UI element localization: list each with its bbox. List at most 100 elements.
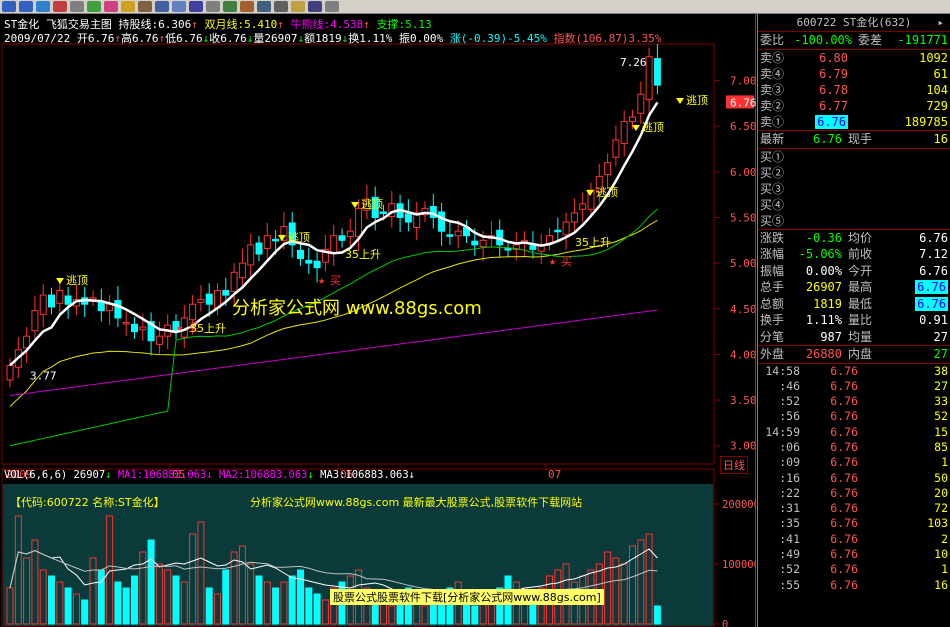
doc-icon[interactable] xyxy=(206,1,220,12)
print-icon[interactable] xyxy=(274,1,288,12)
arrange-icon[interactable] xyxy=(240,1,254,12)
back-icon[interactable] xyxy=(2,1,16,12)
buy-row[interactable]: 买⑤ xyxy=(758,213,950,229)
sell-row[interactable]: 卖② 6.77 729 xyxy=(758,98,950,114)
escape-signal-label: 逃顶 xyxy=(642,121,664,134)
tick-time: :46 xyxy=(779,378,800,393)
stat-label-2: 今开 xyxy=(848,263,873,278)
chart-icon[interactable] xyxy=(87,1,101,12)
tick-price: 6.76 xyxy=(830,485,858,500)
stat-label: 涨幅 xyxy=(760,247,785,261)
candle-body xyxy=(446,234,454,237)
tick-price: 6.76 xyxy=(830,516,858,531)
table-icon[interactable] xyxy=(223,1,237,12)
tick-volume: 16 xyxy=(934,577,948,592)
tick-price: 6.76 xyxy=(830,562,858,577)
tick-price: 6.76 xyxy=(830,501,858,516)
list-icon[interactable] xyxy=(155,1,169,12)
stat-value: 1.11% xyxy=(805,313,842,327)
low-price-label: 3.77 xyxy=(30,369,57,382)
outer-label: 外盘 xyxy=(760,347,785,361)
outer-inner-row: 外盘 26880 内盘 27 xyxy=(758,346,950,363)
sell-row[interactable]: 卖③ 6.78 104 xyxy=(758,82,950,98)
info-icon[interactable] xyxy=(189,1,203,12)
candle-body xyxy=(31,310,39,332)
weibi-value: -100.00% xyxy=(794,33,852,47)
grid-icon[interactable] xyxy=(36,1,50,12)
candle-body xyxy=(637,93,645,114)
vol-label: VOL(6,6,6) xyxy=(4,469,68,481)
sell-label: 卖① xyxy=(760,115,785,129)
search-icon[interactable] xyxy=(257,1,271,12)
weibi-row: 委比 -100.00% 委差 -191771 xyxy=(758,32,950,49)
stat-label-2: 最高 xyxy=(848,280,873,294)
period-button[interactable]: 日线 xyxy=(720,456,748,474)
inner-value: 27 xyxy=(933,347,948,361)
quote-panel: 600722 ST金化(632) ▸ 委比 -100.00% 委差 -19177… xyxy=(757,14,950,627)
candle-body xyxy=(338,235,346,241)
stat-row: 涨跌 -0.36 均价 6.76 xyxy=(758,230,950,247)
buy-row[interactable]: 买③ xyxy=(758,181,950,197)
candle-body xyxy=(89,297,97,300)
sell-volume: 189785 xyxy=(904,115,948,129)
tools-icon[interactable] xyxy=(70,1,84,12)
f10-icon[interactable] xyxy=(291,1,305,12)
forward-icon[interactable] xyxy=(19,1,33,12)
draw-icon[interactable] xyxy=(138,1,152,12)
alert-icon[interactable] xyxy=(121,1,135,12)
vol-header: VOL(6,6,6) 26907↓ MA1:106883.063↓ MA2:10… xyxy=(4,469,415,481)
volume-bar xyxy=(222,569,230,625)
sell-row[interactable]: 卖④ 6.79 61 xyxy=(758,66,950,82)
heart-icon[interactable] xyxy=(104,1,118,12)
tick-row: :52 6.76 1 xyxy=(758,562,950,577)
tick-row: :35 6.76 103 xyxy=(758,516,950,531)
candle-body xyxy=(155,335,163,345)
volume-bar xyxy=(471,605,479,625)
quote-vol: 量26907 xyxy=(253,32,298,45)
dropdown-icon[interactable] xyxy=(325,1,339,12)
tick-row: :56 6.76 52 xyxy=(758,409,950,424)
sell-label: 卖③ xyxy=(760,83,785,97)
quote-high: 高6.76 xyxy=(120,32,159,45)
sell-price: 6.76 xyxy=(815,115,848,129)
volume-bar xyxy=(147,539,155,625)
sell-row[interactable]: 卖⑤ 6.80 1092 xyxy=(758,50,950,66)
tick-list[interactable]: 14:58 6.76 38:46 6.76 27:52 6.76 33:56 6.76 52 14… xyxy=(758,364,950,593)
tick-time: :09 xyxy=(779,455,800,470)
escape-signal-label: 逃顶 xyxy=(66,274,88,287)
escape-arrow-icon xyxy=(56,278,64,284)
buy-row[interactable]: 买② xyxy=(758,165,950,181)
buy-label: 买① xyxy=(760,149,785,164)
vol-bottom-banner[interactable]: 股票公式股票软件下载[分析家公式网www.88gs.com] xyxy=(330,589,604,605)
candle-body xyxy=(629,116,636,123)
stat-label-2: 量比 xyxy=(848,313,873,327)
escape-arrow-icon xyxy=(632,125,640,131)
stock-icon[interactable] xyxy=(53,1,67,12)
candlestick-chart[interactable]: 7.00 6.50 6.00 5.50 5.00 4.50 4.00 3.50 3.00 6.76… xyxy=(0,14,756,627)
price-axis-label: 6.50 xyxy=(730,120,756,133)
chart-area[interactable]: 7.00 6.50 6.00 5.50 5.00 4.50 4.00 3.50 3.00 6.76… xyxy=(0,14,756,627)
stat-row: 涨幅 -5.06% 前收 7.12 xyxy=(758,246,950,263)
expand-icon[interactable]: ▸ xyxy=(937,14,944,32)
sell-row[interactable]: 卖① 6.76 189785 xyxy=(758,114,950,130)
save-icon[interactable] xyxy=(308,1,322,12)
volume-bar xyxy=(288,575,296,625)
tick-row: :52 6.76 33 xyxy=(758,394,950,409)
buy-row[interactable]: 买④ xyxy=(758,197,950,213)
candle-body xyxy=(529,245,537,250)
volume-bar xyxy=(272,587,280,625)
tick-price: 6.76 xyxy=(830,378,858,393)
tick-row: :46 6.76 27 xyxy=(758,379,950,394)
vol-ma1: MA1:106883.063 xyxy=(117,469,207,481)
candle-body xyxy=(653,58,661,86)
quote-date: 2009/07/22 xyxy=(4,32,71,45)
candle-body xyxy=(122,321,130,325)
vol-axis-label: 100000 xyxy=(722,559,756,571)
candle-body xyxy=(48,294,55,308)
watermark: 分析家公式网 www.88gs.com xyxy=(232,298,482,319)
tick-row: :22 6.76 20 xyxy=(758,486,950,501)
window-icon[interactable] xyxy=(172,1,186,12)
volume-bar xyxy=(205,587,213,625)
outer-value: 26880 xyxy=(805,347,842,361)
buy-row[interactable]: 买① xyxy=(758,149,950,165)
